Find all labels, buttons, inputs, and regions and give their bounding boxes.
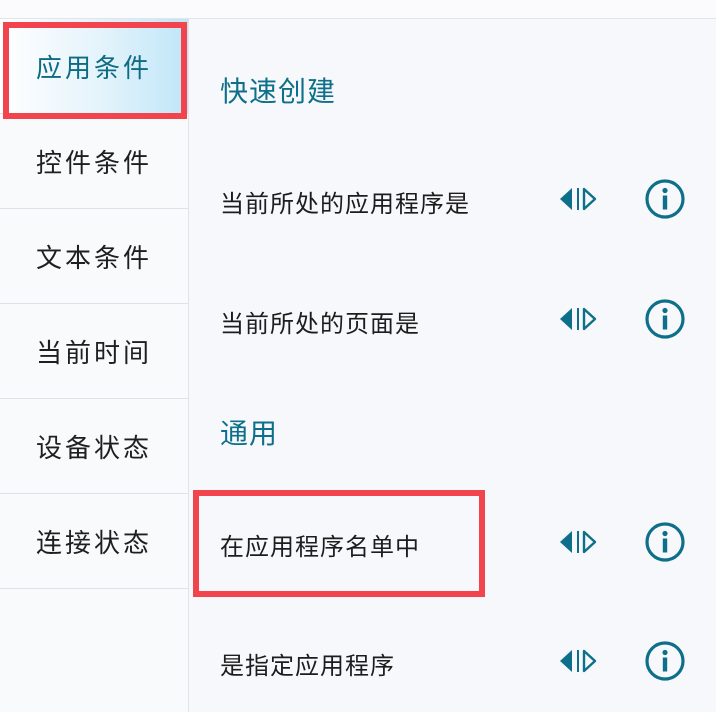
sidebar-item-label: 当前时间 xyxy=(35,338,152,369)
info-circle-icon[interactable] xyxy=(644,640,686,682)
top-bar xyxy=(0,0,716,19)
info-circle-icon[interactable] xyxy=(644,178,686,220)
sidebar-item-label: 设备状态 xyxy=(35,433,152,464)
sidebar-item-app-conditions[interactable]: 应用条件 xyxy=(0,19,188,114)
sidebar-item-text-conditions[interactable]: 文本条件 xyxy=(0,209,188,304)
diamond-arrows-icon[interactable] xyxy=(558,186,598,212)
condition-row-label[interactable]: 当前所处的页面是 xyxy=(220,304,420,339)
info-circle-icon[interactable] xyxy=(644,521,686,563)
sidebar-item-widget-conditions[interactable]: 控件条件 xyxy=(0,114,188,209)
condition-row-label[interactable]: 当前所处的应用程序是 xyxy=(220,184,470,219)
diamond-arrows-icon[interactable] xyxy=(558,648,598,674)
sidebar-item-connection-status[interactable]: 连接状态 xyxy=(0,494,188,589)
sidebar-item-label: 连接状态 xyxy=(35,528,152,559)
sidebar-item-label: 应用条件 xyxy=(35,53,152,84)
condition-row-label[interactable]: 在应用程序名单中 xyxy=(220,527,420,562)
section-title-quick-create: 快速创建 xyxy=(220,75,337,108)
sidebar-item-label: 控件条件 xyxy=(35,148,152,179)
sidebar-item-label: 文本条件 xyxy=(35,243,152,274)
sidebar-item-device-status[interactable]: 设备状态 xyxy=(0,399,188,494)
diamond-arrows-icon[interactable] xyxy=(558,529,598,555)
info-circle-icon[interactable] xyxy=(644,298,686,340)
sidebar-item-current-time[interactable]: 当前时间 xyxy=(0,304,188,399)
section-title-general: 通用 xyxy=(220,417,279,450)
condition-row-label[interactable]: 是指定应用程序 xyxy=(220,646,395,681)
sidebar: 应用条件 控件条件 文本条件 当前时间 设备状态 连接状态 xyxy=(0,19,189,712)
diamond-arrows-icon[interactable] xyxy=(558,306,598,332)
